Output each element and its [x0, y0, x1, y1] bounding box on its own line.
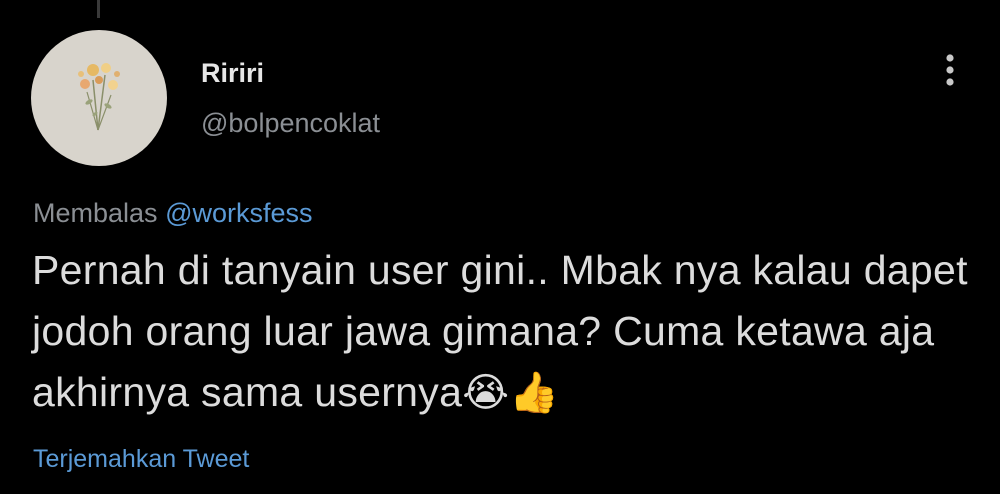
- crying-face-emoji: 😭: [462, 370, 510, 416]
- more-vertical-icon: [946, 54, 954, 86]
- thumbs-up-emoji: 👍: [509, 370, 560, 416]
- thread-connector-line: [97, 0, 100, 18]
- tweet-text: Pernah di tanyain user gini.. Mbak nya k…: [32, 240, 982, 424]
- flower-bouquet-icon: [78, 63, 120, 131]
- reply-mention-link[interactable]: @worksfess: [165, 198, 312, 228]
- avatar[interactable]: [31, 30, 167, 166]
- more-options-button[interactable]: [930, 52, 970, 88]
- author-handle[interactable]: @bolpencoklat: [201, 108, 380, 139]
- reply-context: Membalas @worksfess: [33, 198, 313, 229]
- reply-prefix: Membalas: [33, 198, 158, 228]
- translate-tweet-link[interactable]: Terjemahkan Tweet: [33, 445, 249, 474]
- author-display-name[interactable]: Ririri: [201, 58, 264, 89]
